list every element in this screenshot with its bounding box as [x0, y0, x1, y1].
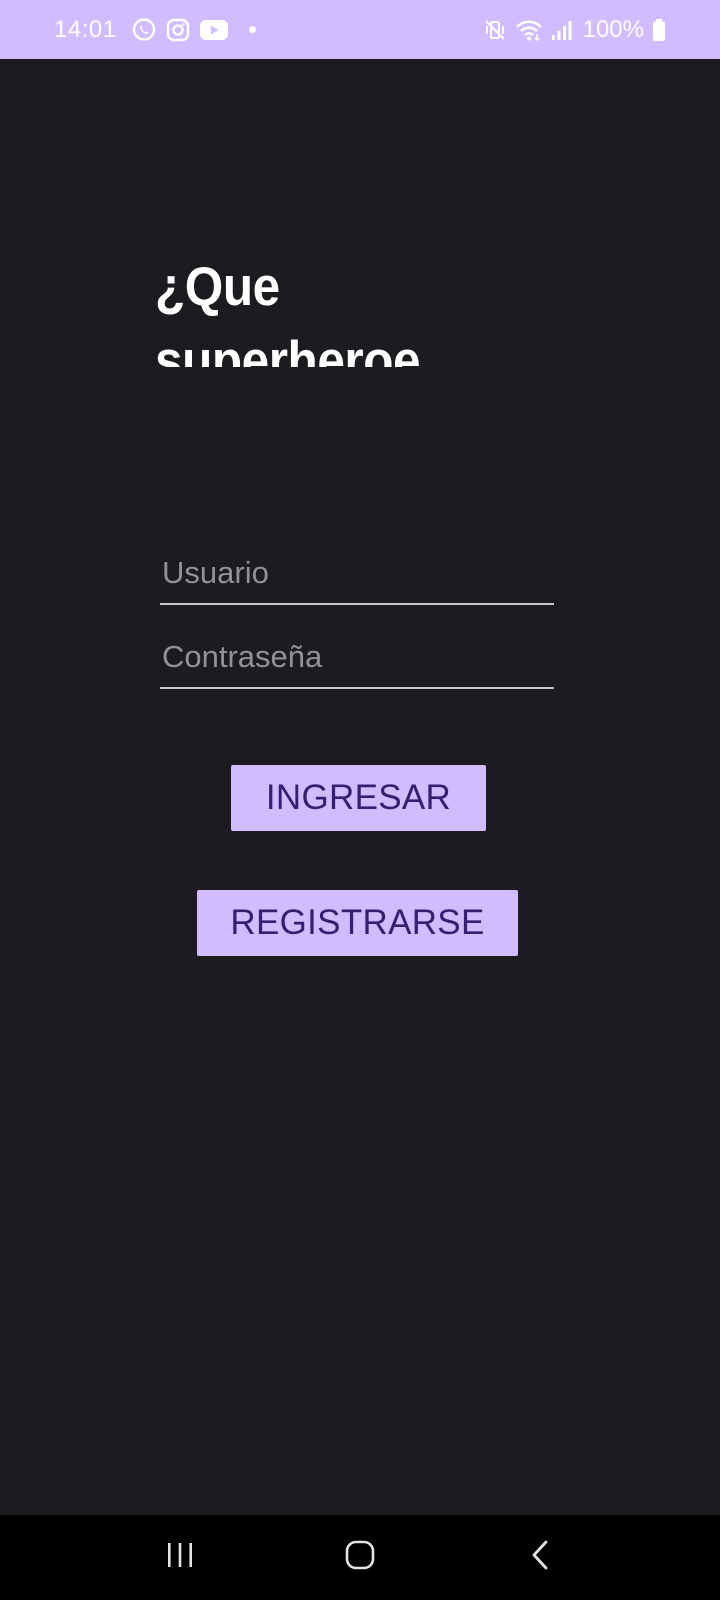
status-bar: 14:01 100% — [0, 0, 720, 59]
vibrate-off-icon — [483, 18, 507, 42]
whatsapp-icon — [131, 17, 157, 43]
instagram-icon — [165, 17, 191, 43]
username-input[interactable] — [160, 551, 554, 603]
signal-icon — [551, 19, 573, 41]
login-button[interactable]: INGRESAR — [231, 765, 486, 831]
status-right: 100% — [483, 16, 666, 44]
home-icon — [344, 1539, 376, 1576]
back-icon — [529, 1539, 551, 1576]
headline-container: ¿Que superheroe — [155, 249, 535, 367]
password-input[interactable] — [160, 635, 554, 687]
more-notifications-dot — [248, 26, 256, 33]
register-button[interactable]: REGISTRARSE — [197, 890, 518, 956]
back-button[interactable] — [500, 1528, 580, 1588]
recent-apps-button[interactable] — [140, 1528, 220, 1588]
page-title: ¿Que superheroe — [155, 255, 421, 367]
login-screen: ¿Que superheroe INGRESAR REGISTRARSE — [0, 59, 720, 1515]
wifi-icon — [515, 18, 543, 42]
status-time: 14:01 — [54, 15, 117, 43]
battery-percent: 100% — [582, 15, 644, 43]
youtube-icon — [199, 18, 229, 42]
password-field — [160, 635, 554, 689]
navigation-bar — [0, 1515, 720, 1600]
status-left: 14:01 — [54, 16, 256, 44]
recent-apps-icon — [165, 1541, 195, 1574]
home-button[interactable] — [320, 1528, 400, 1588]
battery-icon — [652, 18, 666, 42]
username-field — [160, 551, 554, 605]
